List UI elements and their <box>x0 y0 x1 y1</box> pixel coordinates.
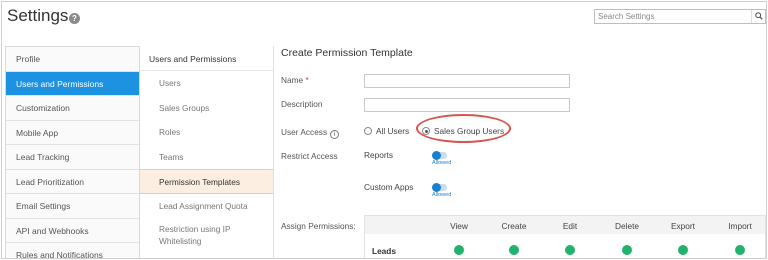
leads-edit-permission-dot[interactable] <box>565 245 575 255</box>
reports-label: Reports <box>364 150 394 160</box>
assign-permissions-label: Assign Permissions: <box>281 221 356 231</box>
column-edit: Edit <box>562 221 578 231</box>
column-export: Export <box>671 221 695 231</box>
column-import: Import <box>728 221 752 231</box>
settings-menu: Profile Users and Permissions Customizat… <box>5 46 140 258</box>
submenu-item-users[interactable]: Users <box>140 71 273 96</box>
column-view: View <box>450 221 468 231</box>
permissions-table: View Create Edit Delete Export Import Le… <box>364 215 766 258</box>
submenu-item-teams[interactable]: Teams <box>140 145 273 170</box>
submenu-item-lead-assignment-quota[interactable]: Lead Assignment Quota <box>140 194 273 219</box>
submenu-item-permission-templates[interactable]: Permission Templates <box>140 169 273 194</box>
reports-toggle-knob[interactable] <box>432 150 441 160</box>
name-input[interactable] <box>364 74 570 88</box>
menu-item-lead-tracking[interactable]: Lead Tracking <box>6 145 139 170</box>
leads-import-permission-dot[interactable] <box>735 245 745 255</box>
custom-apps-toggle-state: Allowed <box>432 192 452 198</box>
custom-apps-toggle-knob[interactable] <box>432 182 441 192</box>
menu-item-customization[interactable]: Customization <box>6 96 139 121</box>
leads-delete-permission-dot[interactable] <box>622 245 632 255</box>
header: Settings ? <box>2 2 766 42</box>
submenu-heading: Users and Permissions <box>140 46 273 71</box>
row-label-leads: Leads <box>372 246 396 256</box>
submenu-item-roles[interactable]: Roles <box>140 120 273 145</box>
name-label-text: Name <box>281 75 304 85</box>
user-access-label-text: User Access <box>281 127 328 137</box>
leads-export-permission-dot[interactable] <box>678 245 688 255</box>
required-mark: * <box>305 75 309 85</box>
menu-item-mobile-app[interactable]: Mobile App <box>6 120 139 145</box>
custom-apps-label: Custom Apps <box>364 182 414 192</box>
highlight-annotation <box>416 114 511 143</box>
menu-item-api-and-webhooks[interactable]: API and Webhooks <box>6 218 139 243</box>
reports-toggle-state: Allowed <box>432 160 452 166</box>
custom-apps-toggle-track[interactable] <box>432 182 447 192</box>
menu-item-rules-and-notifications[interactable]: Rules and Notifications <box>6 243 139 258</box>
reports-toggle[interactable]: Allowed <box>432 150 462 166</box>
menu-item-lead-prioritization[interactable]: Lead Prioritization <box>6 169 139 194</box>
settings-window: Settings ? Profile Users and Permissions… <box>1 1 767 259</box>
reports-toggle-track[interactable] <box>432 150 447 160</box>
column-create: Create <box>501 221 527 231</box>
submenu-item-sales-groups[interactable]: Sales Groups <box>140 96 273 121</box>
name-label: Name * <box>281 75 309 85</box>
users-permissions-submenu: Users and Permissions Users Sales Groups… <box>140 46 274 258</box>
radio-all-users-circle[interactable] <box>364 127 372 135</box>
restrict-access-label: Restrict Access <box>281 151 338 161</box>
help-icon[interactable]: ? <box>69 13 80 24</box>
column-delete: Delete <box>615 221 639 231</box>
user-access-label: User Access i <box>281 127 340 139</box>
radio-all-users[interactable]: All Users <box>364 126 409 136</box>
search-box[interactable] <box>594 9 766 24</box>
info-icon[interactable]: i <box>330 130 340 139</box>
search-input[interactable] <box>595 10 745 23</box>
form-title: Create Permission Template <box>281 47 413 59</box>
custom-apps-toggle[interactable]: Allowed <box>432 182 462 198</box>
menu-item-users-and-permissions[interactable]: Users and Permissions <box>6 71 139 96</box>
menu-item-profile[interactable]: Profile <box>6 47 139 72</box>
create-template-panel: Create Permission Template Name * Descri… <box>275 42 766 258</box>
submenu-item-ip-whitelisting[interactable]: Restriction using IP Whitelisting <box>140 218 273 254</box>
radio-all-users-label: All Users <box>376 126 410 136</box>
permissions-header-row: View Create Edit Delete Export Import <box>365 216 765 234</box>
page-title: Settings <box>7 6 69 25</box>
description-input[interactable] <box>364 98 570 112</box>
menu-item-email-settings[interactable]: Email Settings <box>6 194 139 219</box>
leads-create-permission-dot[interactable] <box>509 245 519 255</box>
leads-view-permission-dot[interactable] <box>454 245 464 255</box>
description-label: Description <box>281 99 323 109</box>
search-icon[interactable] <box>751 10 765 23</box>
